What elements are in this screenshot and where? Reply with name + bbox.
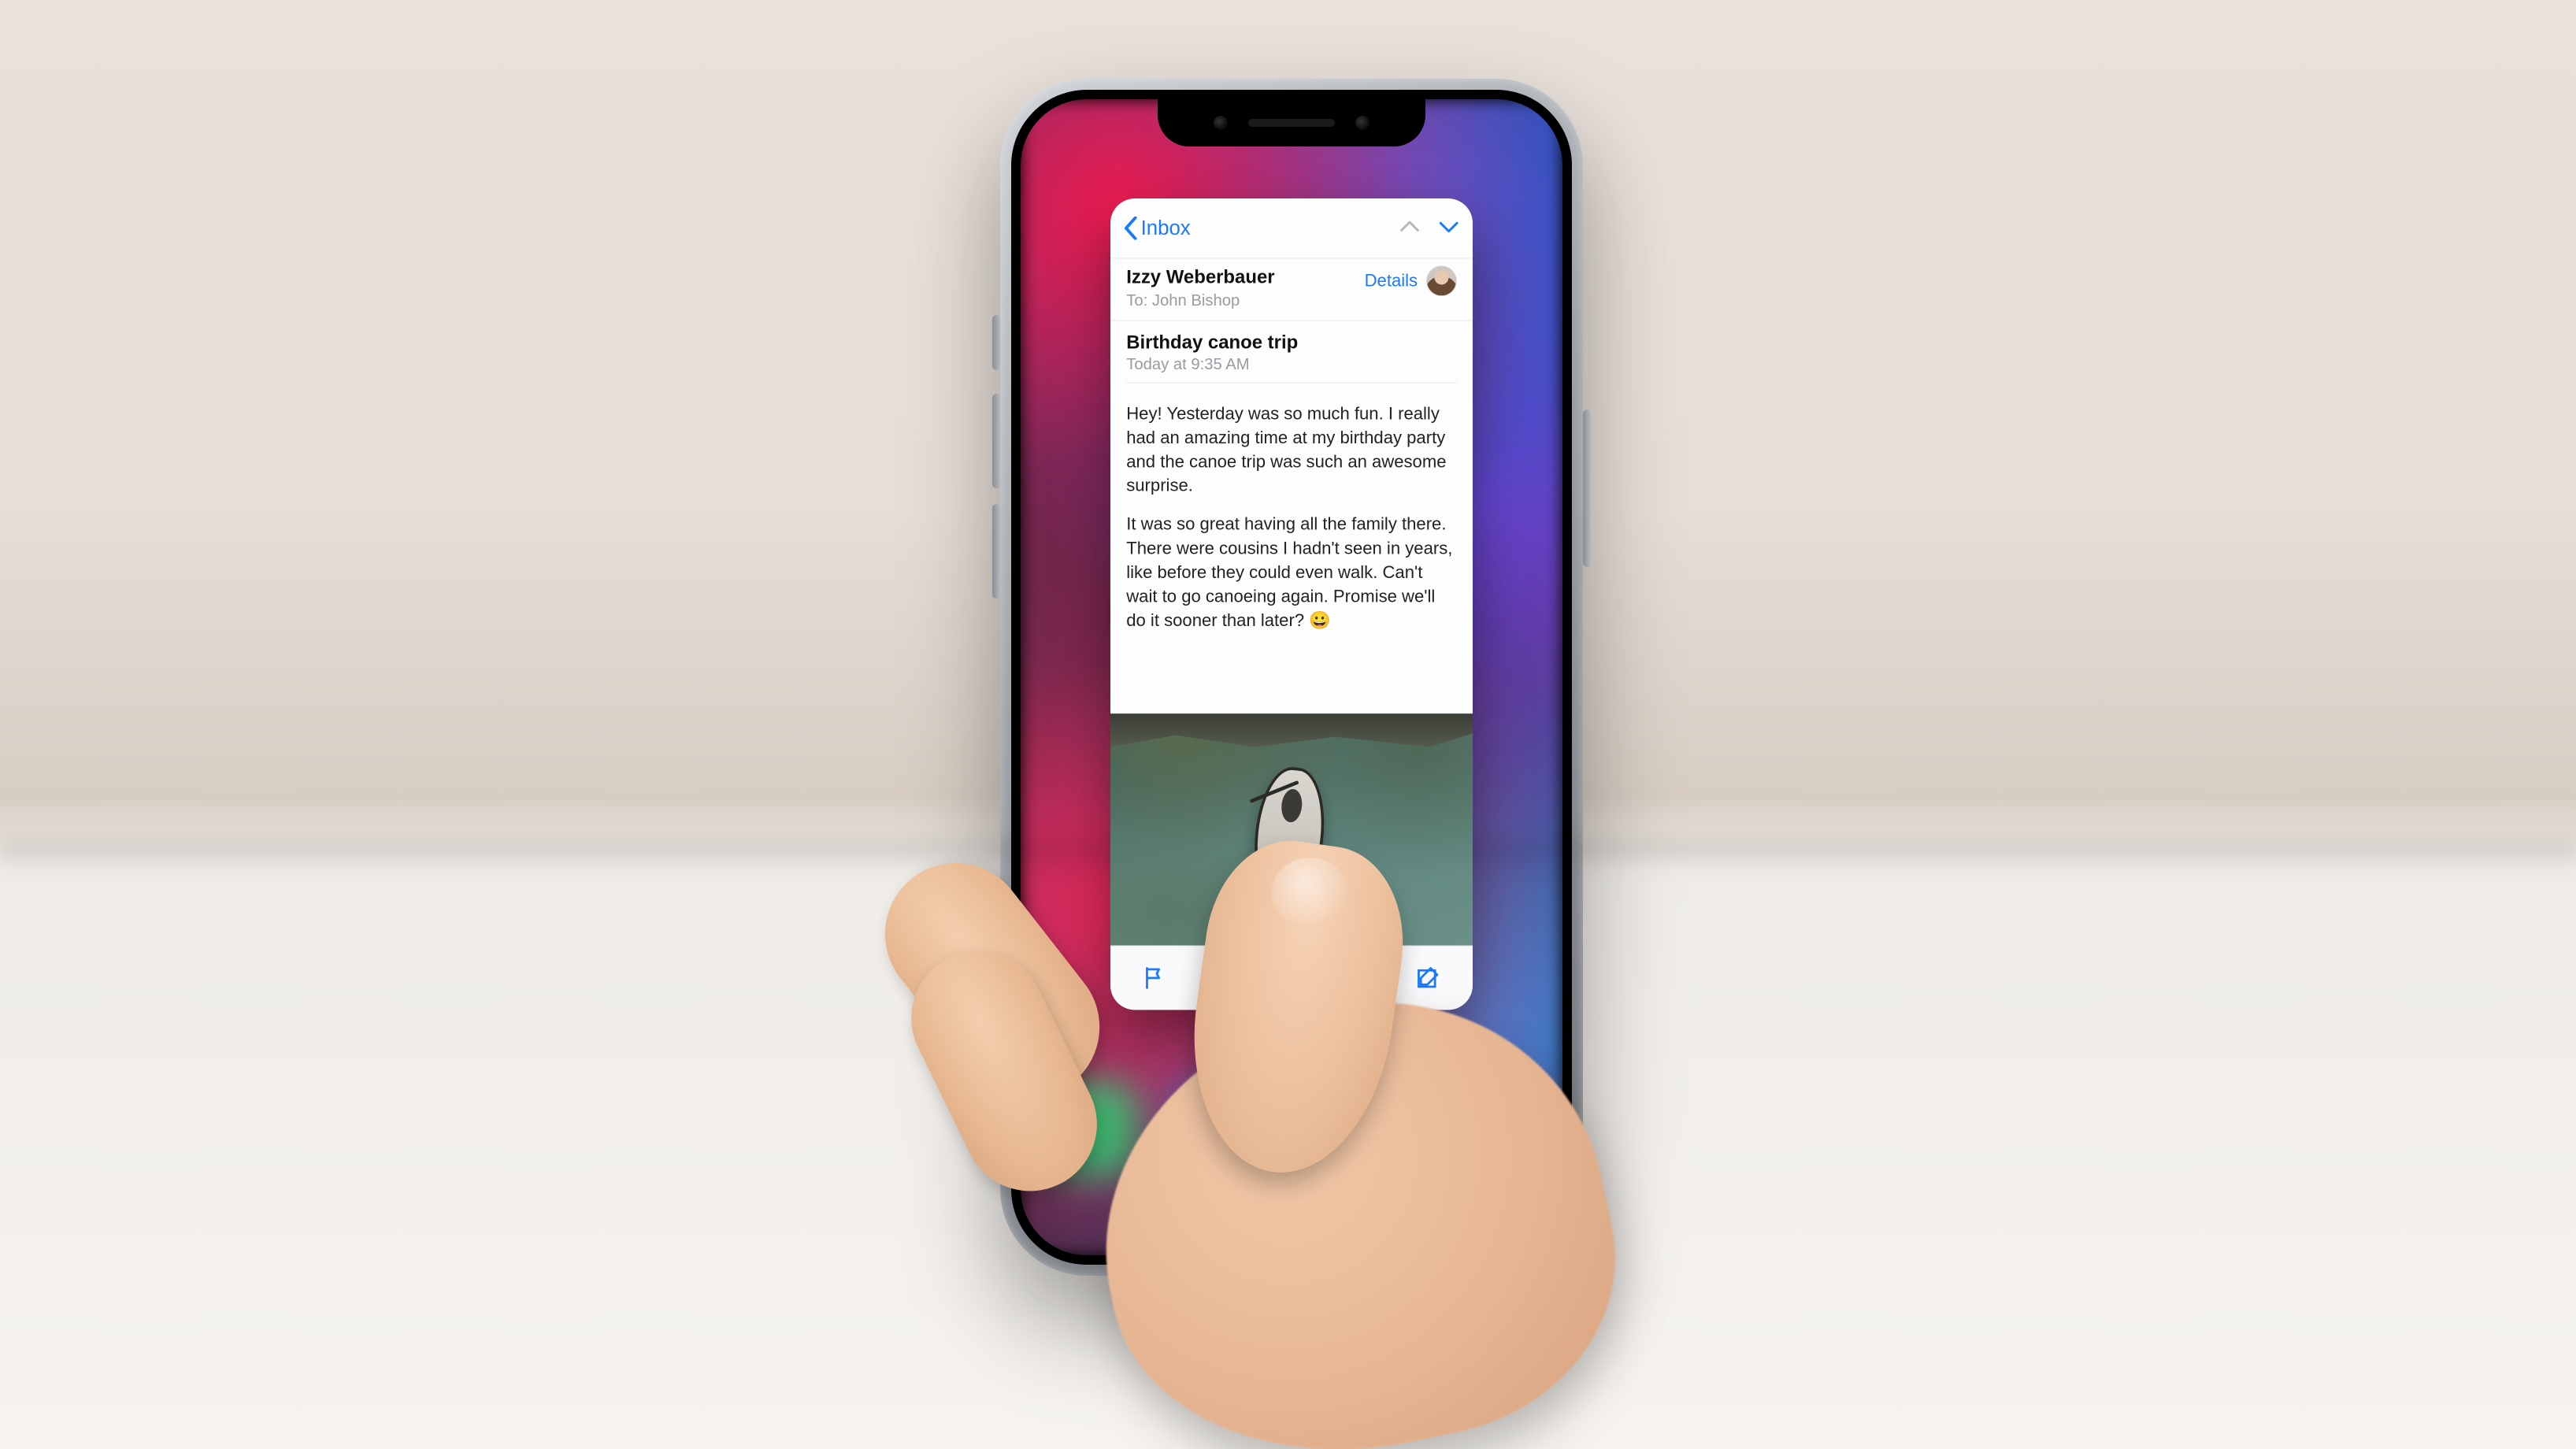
dock-app-safari-icon <box>1177 1082 1272 1177</box>
subject: Birthday canoe trip <box>1126 331 1457 354</box>
move-button[interactable] <box>1207 962 1239 994</box>
phone-screen[interactable]: Inbox <box>1021 99 1562 1255</box>
speaker-grille <box>1248 119 1335 127</box>
chevron-up-icon <box>1399 218 1421 234</box>
dock-app-music-icon <box>1445 1082 1540 1177</box>
mail-toolbar <box>1110 946 1473 1010</box>
details-button[interactable]: Details <box>1365 271 1418 291</box>
next-message-button[interactable] <box>1438 218 1460 238</box>
flag-button[interactable] <box>1139 962 1170 994</box>
flag-icon <box>1142 965 1168 991</box>
compose-icon <box>1415 965 1441 991</box>
front-camera-icon <box>1214 116 1228 130</box>
subject-block: Birthday canoe trip Today at 9:35 AM <box>1110 321 1473 390</box>
phone-mute-switch <box>992 315 1000 370</box>
compose-button[interactable] <box>1412 962 1444 994</box>
mail-app-card[interactable]: Inbox <box>1110 198 1473 1010</box>
from-name: Izzy Weberbauer <box>1126 266 1274 289</box>
phone-notch <box>1158 99 1425 146</box>
prev-message-button[interactable] <box>1399 218 1421 238</box>
folder-icon <box>1210 965 1236 991</box>
mail-body[interactable]: Hey! Yesterday was so much fun. I really… <box>1110 391 1473 647</box>
chevron-left-icon <box>1124 217 1138 239</box>
back-label: Inbox <box>1141 217 1191 239</box>
body-paragraph-1: Hey! Yesterday was so much fun. I really… <box>1126 402 1457 498</box>
to-label: To: <box>1126 291 1147 309</box>
mail-navbar: Inbox <box>1110 198 1473 258</box>
archive-icon <box>1278 965 1304 991</box>
sensor-icon <box>1355 116 1370 130</box>
back-button[interactable]: Inbox <box>1124 217 1191 239</box>
chevron-down-icon <box>1438 218 1460 234</box>
sender-avatar[interactable] <box>1426 266 1457 297</box>
home-indicator[interactable] <box>1189 1232 1394 1240</box>
phone-power-button <box>1583 410 1591 567</box>
to-name: John Bishop <box>1152 291 1240 309</box>
dock-app-messages-icon <box>1311 1082 1406 1177</box>
phone-volume-down <box>992 504 1000 598</box>
timestamp-label: Today at 9:35 AM <box>1126 355 1457 384</box>
body-paragraph-2: It was so great having all the family th… <box>1126 513 1457 632</box>
attachment-photo[interactable] <box>1110 713 1473 945</box>
scene-backdrop: Inbox <box>0 0 2576 1449</box>
phone-body: Inbox <box>1000 79 1583 1276</box>
dock-app-phone-icon <box>1043 1082 1138 1177</box>
reply-icon <box>1347 965 1373 991</box>
phone-bezel: Inbox <box>1011 90 1572 1265</box>
reply-button[interactable] <box>1344 962 1376 994</box>
mail-header: Izzy Weberbauer To: John Bishop Details <box>1110 258 1473 321</box>
home-dock <box>1021 1082 1562 1208</box>
phone-volume-up <box>992 394 1000 488</box>
archive-button[interactable] <box>1276 962 1307 994</box>
